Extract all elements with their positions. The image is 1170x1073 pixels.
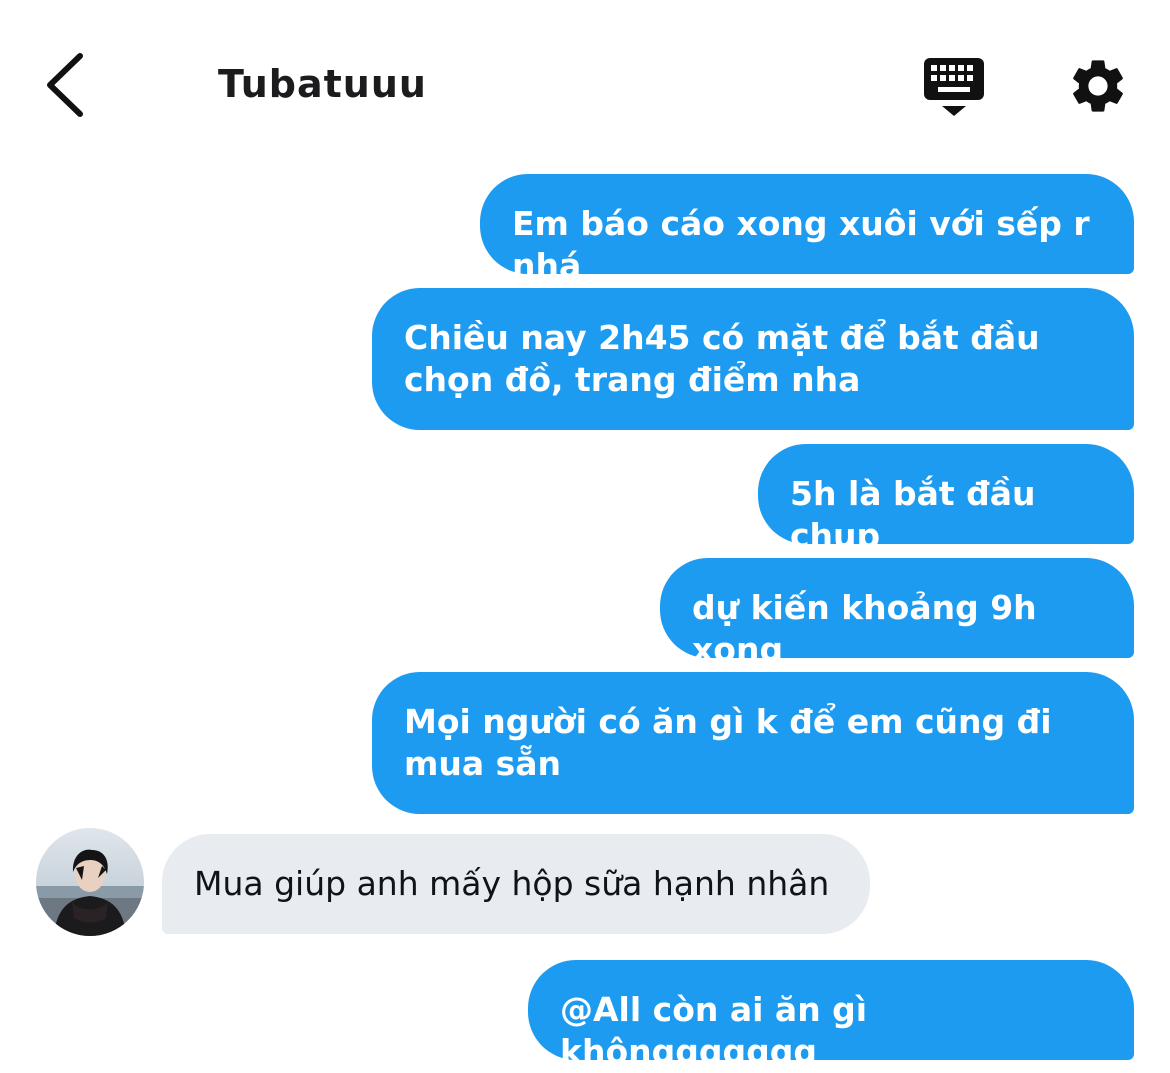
message-text: Chiều nay 2h45 có mặt để bắt đầu chọn đồ…	[404, 318, 1040, 399]
message-bubble-outgoing[interactable]: 5h là bắt đầu chụp	[758, 444, 1134, 555]
keyboard-button[interactable]	[920, 54, 988, 120]
message-bubble-outgoing[interactable]: Em báo cáo xong xuôi với sếp r nhá	[480, 174, 1134, 285]
message-text: dự kiến khoảng 9h xong	[692, 588, 1037, 669]
avatar-photo	[36, 828, 144, 936]
message-bubble-outgoing[interactable]: Mọi người có ăn gì k để em cũng đi mua s…	[372, 672, 1134, 814]
message-bubble-outgoing[interactable]: dự kiến khoảng 9h xong	[660, 558, 1134, 669]
conversation-title[interactable]: Tubatuuu	[218, 62, 427, 106]
message-bubble-incoming[interactable]: Mua giúp anh mấy hộp sữa hạnh nhân	[162, 834, 870, 934]
message-text: Em báo cáo xong xuôi với sếp r nhá	[512, 204, 1090, 285]
message-text: @All còn ai ăn gì khônggggggg	[560, 990, 868, 1071]
message-bubble-outgoing[interactable]: Chiều nay 2h45 có mặt để bắt đầu chọn đồ…	[372, 288, 1134, 430]
keyboard-icon	[924, 58, 984, 116]
back-button[interactable]	[36, 50, 96, 120]
chevron-left-icon	[47, 53, 83, 117]
chat-header: Tubatuuu	[0, 0, 1170, 150]
message-text: Mọi người có ăn gì k để em cũng đi mua s…	[404, 702, 1052, 783]
message-text: Mua giúp anh mấy hộp sữa hạnh nhân	[194, 864, 830, 903]
message-text: 5h là bắt đầu chụp	[790, 474, 1036, 555]
settings-button[interactable]	[1066, 54, 1130, 118]
message-bubble-outgoing[interactable]: @All còn ai ăn gì khônggggggg	[528, 960, 1134, 1071]
avatar[interactable]	[36, 828, 144, 936]
gear-icon	[1073, 60, 1123, 112]
